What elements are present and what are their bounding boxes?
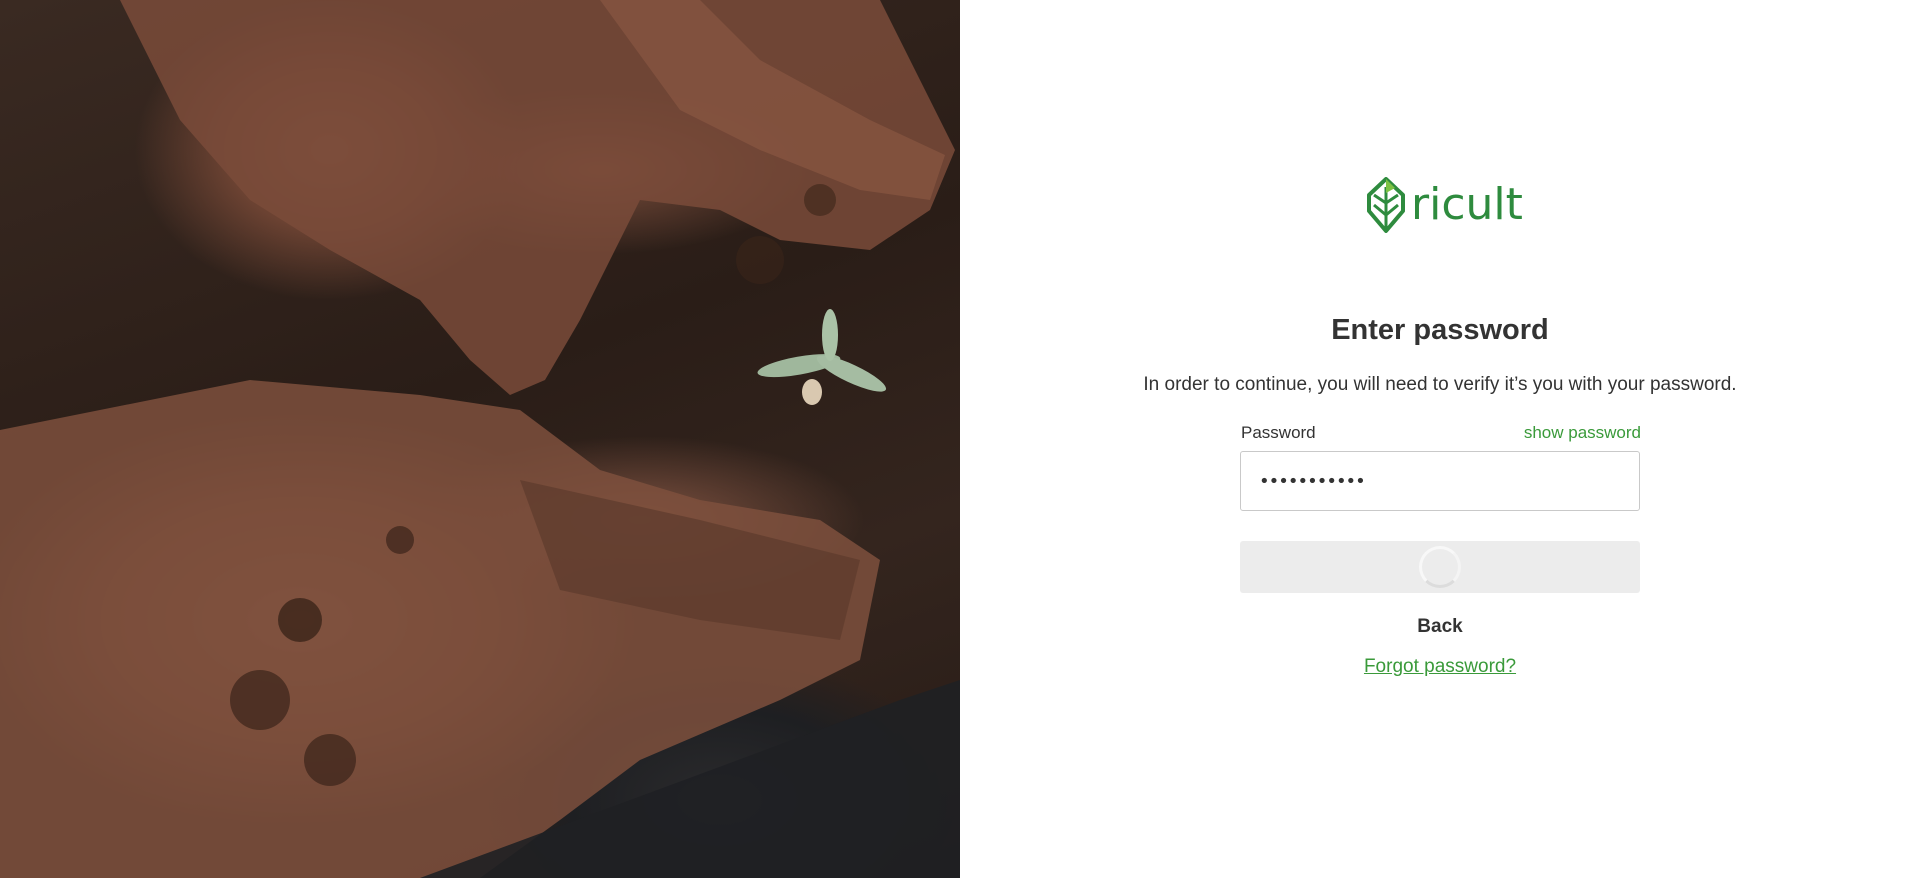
password-field[interactable] [1240, 451, 1640, 511]
leaf-logo-icon [1367, 177, 1405, 233]
brand-name: ricult [1411, 179, 1523, 230]
brand-logo: ricult [1365, 176, 1523, 234]
login-panel: ricult Enter password In order to contin… [960, 0, 1920, 878]
page-title: Enter password [1331, 314, 1549, 346]
page-subtitle: In order to continue, you will need to v… [1143, 374, 1737, 395]
password-label: Password [1241, 423, 1316, 442]
show-password-link[interactable]: show password [1524, 423, 1641, 443]
submit-button[interactable] [1240, 541, 1640, 593]
hero-photo [0, 0, 960, 878]
forgot-password-link[interactable]: Forgot password? [960, 656, 1920, 678]
back-button[interactable]: Back [960, 616, 1920, 638]
soil-hands-illustration [0, 0, 960, 878]
loading-spinner-icon [1419, 546, 1461, 588]
